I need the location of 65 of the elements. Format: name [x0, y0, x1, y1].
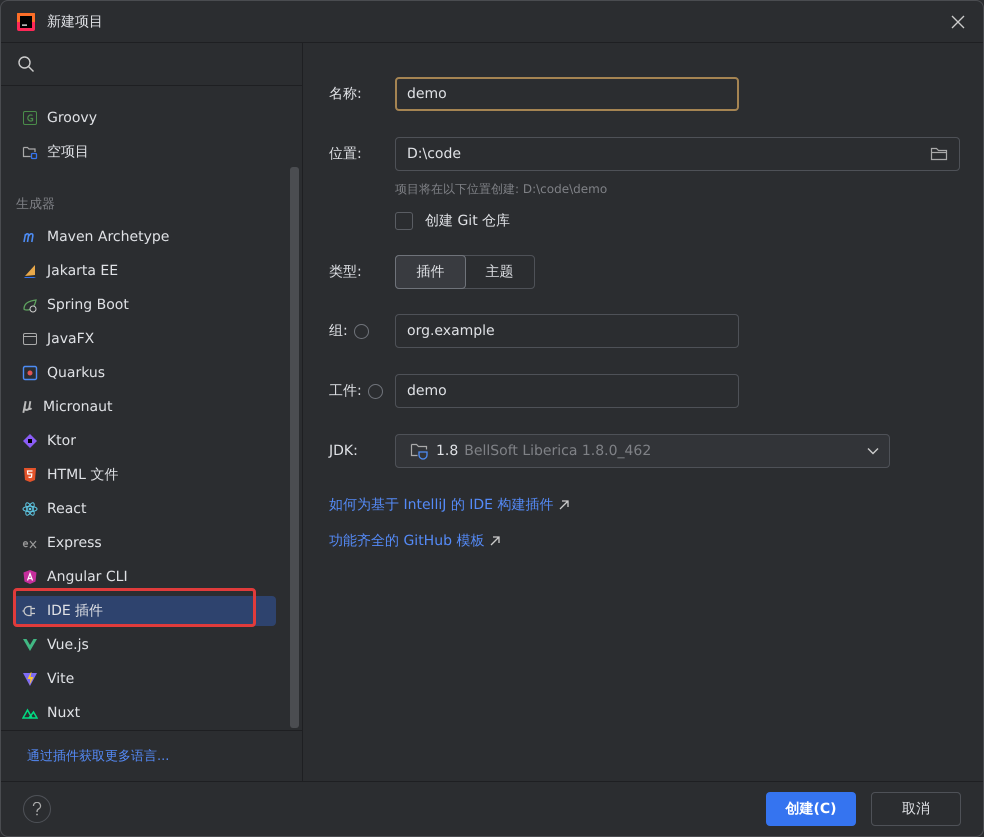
field-label: 类型: [329, 263, 362, 281]
git-checkbox[interactable] [395, 212, 413, 230]
project-type-item[interactable]: Spring Boot [13, 290, 276, 320]
atom-icon [22, 501, 38, 517]
section-header: 生成器 [15, 196, 56, 214]
project-type-item[interactable]: 空项目 [13, 137, 276, 167]
field-label: 组: [329, 322, 348, 340]
project-type-item[interactable]: Vue.js [13, 630, 276, 660]
project-type-item[interactable]: Jakarta EE [13, 256, 276, 286]
project-type-item[interactable]: Micronaut [13, 392, 276, 422]
groovy-icon [22, 110, 38, 126]
mu-icon [22, 400, 34, 414]
name-input-field[interactable]: demo [395, 77, 739, 111]
vite-icon [22, 671, 38, 687]
create-button[interactable]: 创建(C) [766, 792, 856, 826]
type-option[interactable]: 主题 [464, 255, 535, 289]
project-type-item[interactable]: Nuxt [13, 698, 276, 728]
project-type-item[interactable]: Express [13, 528, 276, 558]
checkbox-label: 创建 Git 仓库 [425, 212, 510, 230]
folder-icon [22, 144, 38, 160]
field-label: JDK: [329, 443, 358, 459]
project-type-item[interactable]: IDE 插件 [13, 596, 276, 626]
plug-icon [22, 603, 38, 619]
quarkus-icon [22, 365, 38, 381]
project-type-item[interactable]: Quarkus [13, 358, 276, 388]
vue-icon [22, 637, 38, 653]
html5-icon [22, 467, 38, 483]
location-input-field[interactable]: D:\code [395, 137, 960, 171]
search-icon[interactable] [17, 55, 35, 73]
field-label: 工件: [329, 382, 362, 400]
artifact-input-field[interactable]: demo [395, 374, 739, 408]
more-languages-link[interactable]: 通过插件获取更多语言... [27, 747, 170, 765]
angular-icon [22, 569, 38, 585]
scrollbar[interactable] [290, 167, 299, 728]
folder-icon[interactable] [930, 146, 948, 162]
external-arrow-icon [490, 536, 500, 546]
project-type-item[interactable]: Maven Archetype [13, 222, 276, 252]
external-link[interactable]: 功能齐全的 GitHub 模板 [329, 532, 484, 550]
field-label: 名称: [329, 85, 362, 103]
location-hint: 项目将在以下位置创建: D:\code\demo [395, 181, 608, 198]
leaf-icon [22, 297, 38, 313]
app-logo-icon [17, 12, 35, 30]
folder-icon [410, 442, 430, 460]
ktor-icon [22, 433, 38, 449]
project-type-item[interactable]: React [13, 494, 276, 524]
project-type-item[interactable]: Angular CLI [13, 562, 276, 592]
field-label: 位置: [329, 145, 362, 163]
external-arrow-icon [559, 500, 570, 510]
cancel-button[interactable]: 取消 [871, 792, 961, 826]
help-button[interactable] [23, 795, 51, 823]
project-type-item[interactable]: Ktor [13, 426, 276, 456]
sail-icon [22, 263, 38, 279]
project-type-item[interactable]: HTML 文件 [13, 460, 276, 490]
group-input-field[interactable]: org.example [395, 314, 739, 348]
close-icon [951, 14, 965, 28]
jdk-dropdown[interactable]: 1.8 BellSoft Liberica 1.8.0_462 [395, 434, 890, 468]
window-title: 新建项目 [47, 12, 104, 30]
type-option[interactable]: 插件 [395, 255, 466, 289]
project-type-item[interactable]: Vite [13, 664, 276, 694]
chevron-down-icon [867, 447, 879, 455]
question-mark-icon [32, 802, 42, 816]
project-type-item[interactable]: Groovy [13, 103, 276, 133]
project-type-item[interactable]: JavaFX [13, 324, 276, 354]
window-icon [22, 331, 38, 347]
external-link[interactable]: 如何为基于 IntelliJ 的 IDE 构建插件 [329, 496, 554, 514]
